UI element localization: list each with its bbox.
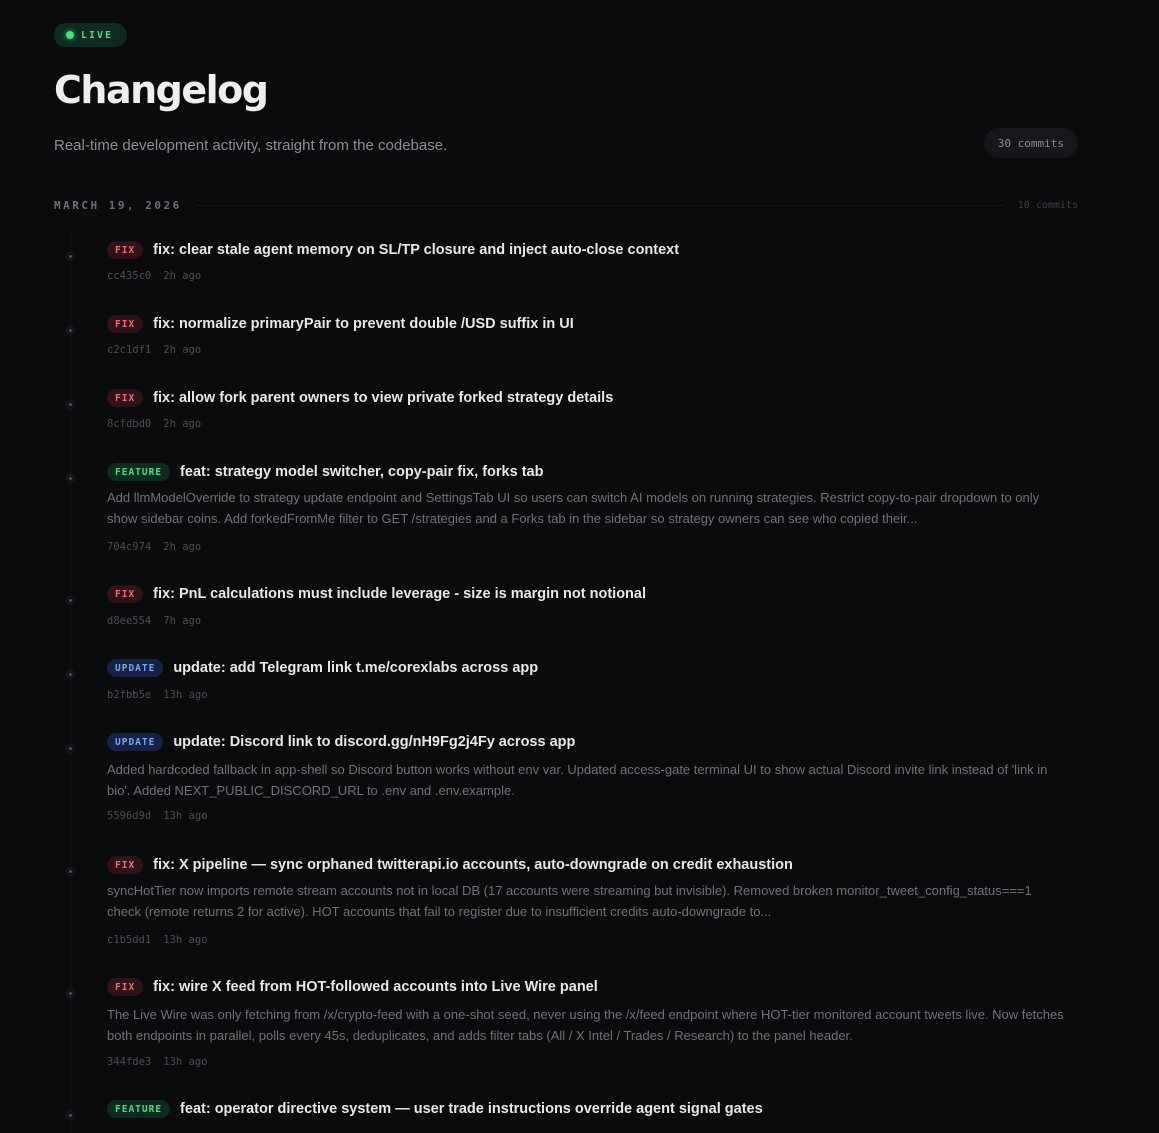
live-badge: LIVE xyxy=(54,23,128,47)
commit-meta: b2fbb5e 13h ago xyxy=(107,689,208,701)
commit-time: 2h ago xyxy=(163,270,202,282)
commit-node-icon xyxy=(66,596,75,605)
commit-node-icon xyxy=(66,252,75,261)
live-status-dot-icon xyxy=(66,31,74,39)
commit-description: Added hardcoded fallback in app-shell so… xyxy=(107,762,1048,798)
commit-hash: c2c1df1 xyxy=(107,344,152,356)
commit-hash: 8cfdbd0 xyxy=(107,418,152,430)
commit-meta: c2c1df1 2h ago xyxy=(107,344,201,356)
commit-node-icon xyxy=(66,989,75,998)
commit-message: fix: normalize primaryPair to prevent do… xyxy=(153,316,574,332)
commit-message: feat: strategy model switcher, copy-pair… xyxy=(180,464,544,480)
commit-hash: 344fde3 xyxy=(107,1056,152,1068)
commit-description: Add llmModelOverride to strategy update … xyxy=(107,490,1040,526)
commit-meta: 704c974 2h ago xyxy=(107,541,201,553)
commit-type-tag: FIX xyxy=(107,978,144,996)
commit-time: 13h ago xyxy=(163,810,208,822)
commit-time: 7h ago xyxy=(163,615,202,627)
commit-description: syncHotTier now imports remote stream ac… xyxy=(107,883,1032,919)
date-group-label: MARCH 19, 2026 xyxy=(54,199,182,212)
page-subtitle: Real-time development activity, straight… xyxy=(54,137,448,154)
commit-time: 13h ago xyxy=(163,1056,208,1068)
commit-hash: 5596d9d xyxy=(107,810,152,822)
commit-type-tag: FIX xyxy=(107,585,144,603)
commit-message: update: Discord link to discord.gg/nH9Fg… xyxy=(173,734,576,750)
commit-node-icon xyxy=(66,400,75,409)
commit-hash: d8ee554 xyxy=(107,615,152,627)
commit-hash: cc435c0 xyxy=(107,270,152,282)
commit-type-tag: UPDATE xyxy=(107,659,164,677)
commit-type-tag: FIX xyxy=(107,856,144,874)
commit-hash: c1b5dd1 xyxy=(107,934,152,946)
commit-time: 2h ago xyxy=(163,418,202,430)
commit-type-tag: FIX xyxy=(107,241,144,259)
commit-time: 13h ago xyxy=(163,934,208,946)
commit-message: fix: PnL calculations must include lever… xyxy=(153,586,647,602)
commit-meta: c1b5dd1 13h ago xyxy=(107,934,208,946)
page-title: Changelog xyxy=(54,68,269,112)
commit-node-icon xyxy=(66,474,75,483)
live-label: LIVE xyxy=(81,29,114,41)
commit-time: 2h ago xyxy=(163,344,202,356)
date-group-count: 10 commits xyxy=(1017,200,1078,211)
commit-message: fix: wire X feed from HOT-followed accou… xyxy=(153,979,598,995)
commit-message: fix: X pipeline — sync orphaned twittera… xyxy=(153,857,793,873)
date-divider xyxy=(195,205,1004,206)
commit-description: The Live Wire was only fetching from /x/… xyxy=(107,1007,1064,1043)
commit-meta: 344fde3 13h ago xyxy=(107,1056,208,1068)
commit-meta: 5596d9d 13h ago xyxy=(107,810,208,822)
commit-meta: cc435c0 2h ago xyxy=(107,270,201,282)
commit-node-icon xyxy=(66,744,75,753)
commit-type-tag: UPDATE xyxy=(107,733,164,751)
commit-message: fix: clear stale agent memory on SL/TP c… xyxy=(153,242,680,258)
commit-message: fix: allow fork parent owners to view pr… xyxy=(153,390,614,406)
total-commits-badge: 30 commits xyxy=(983,128,1078,158)
commit-node-icon xyxy=(66,867,75,876)
commit-time: 13h ago xyxy=(163,689,208,701)
commit-message: feat: operator directive system — user t… xyxy=(180,1101,763,1117)
commit-hash: b2fbb5e xyxy=(107,689,152,701)
commit-time: 2h ago xyxy=(163,541,202,553)
commit-hash: 704c974 xyxy=(107,541,152,553)
commit-message: update: add Telegram link t.me/corexlabs… xyxy=(173,660,539,676)
commit-node-icon xyxy=(66,1111,75,1120)
date-group-header: MARCH 19, 2026 10 commits xyxy=(54,199,1078,212)
commit-type-tag: FEATURE xyxy=(107,463,171,481)
commit-type-tag: FEATURE xyxy=(107,1100,171,1118)
commit-node-icon xyxy=(66,326,75,335)
commit-node-icon xyxy=(66,670,75,679)
commit-type-tag: FIX xyxy=(107,389,144,407)
commit-meta: 8cfdbd0 2h ago xyxy=(107,418,201,430)
commit-type-tag: FIX xyxy=(107,315,144,333)
commit-meta: d8ee554 7h ago xyxy=(107,615,201,627)
